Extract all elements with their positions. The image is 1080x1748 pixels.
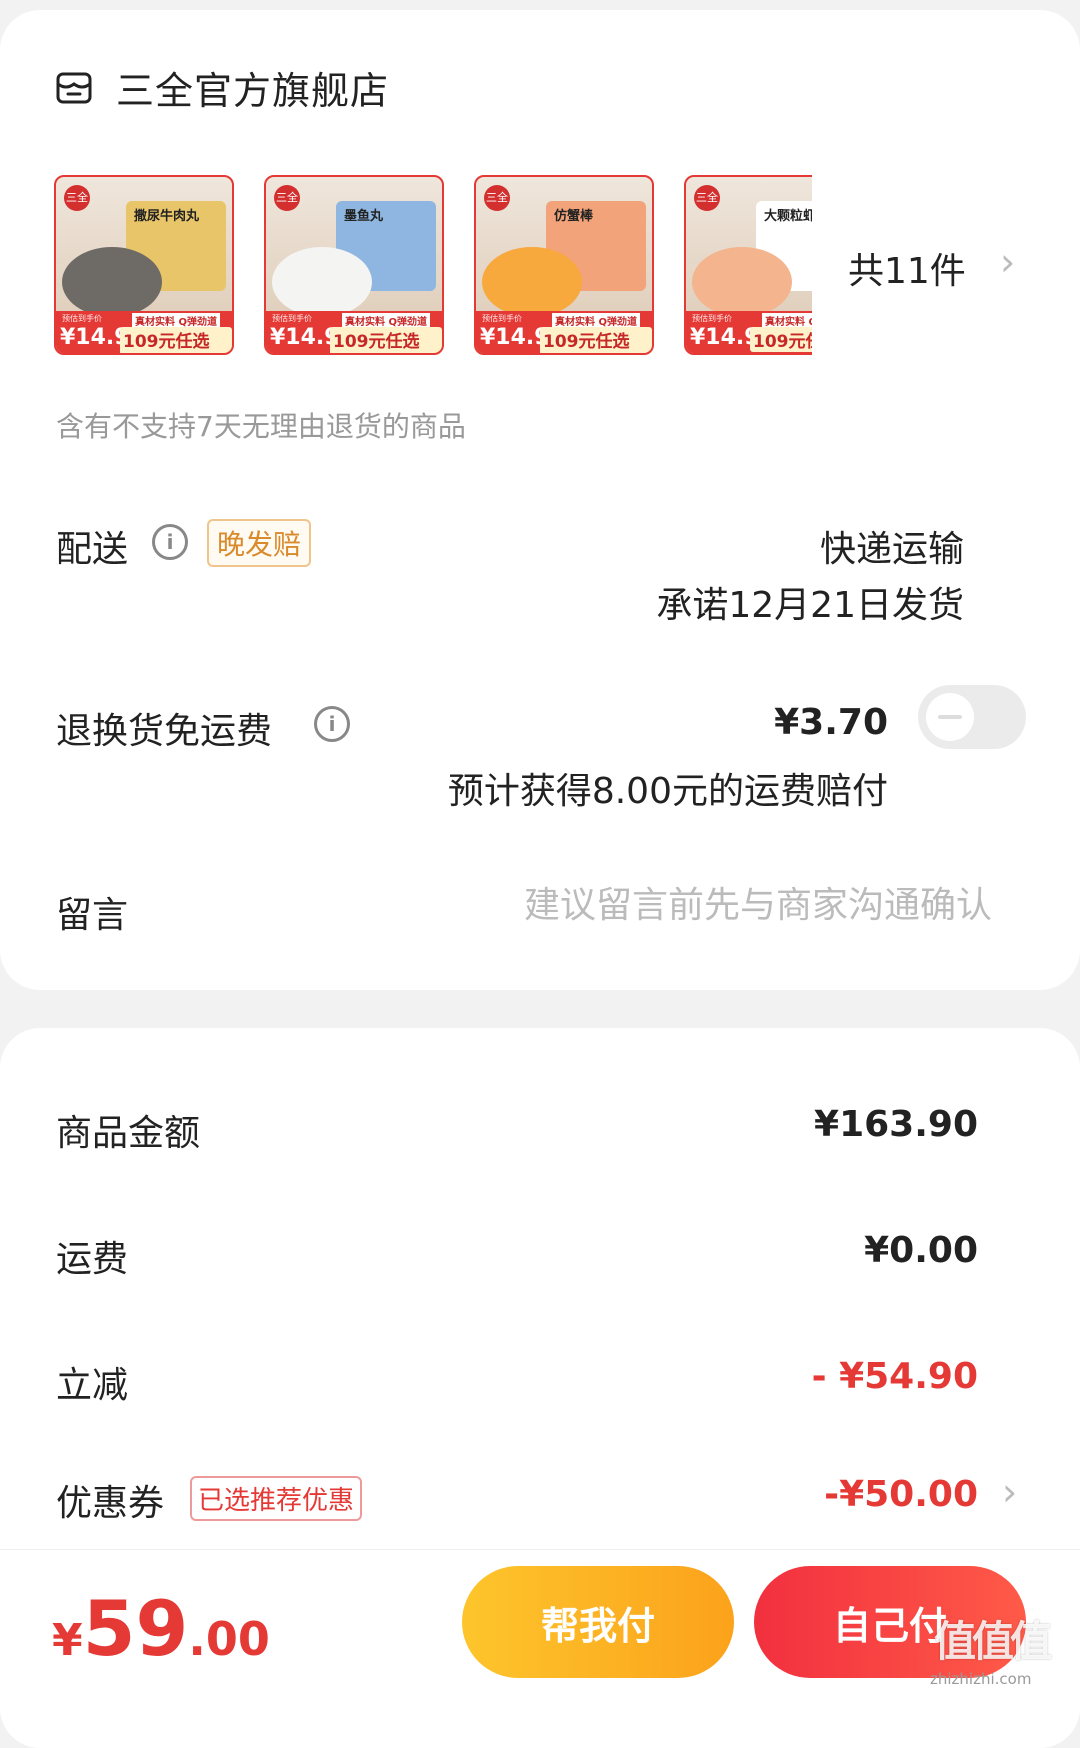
delivery-method: 快递运输 xyxy=(819,529,964,570)
coupon-value[interactable]: -¥50.00 xyxy=(824,1474,978,1515)
price-banner: 预估到手价 真材实料 Q ¥14.9 109元任选 xyxy=(686,311,812,353)
goods-amount-label: 商品金额 xyxy=(56,1113,201,1154)
promo-text: 109元任选11件 xyxy=(330,327,442,353)
brand-logo: 三全 xyxy=(64,185,90,211)
delivery-promise: 承诺12月21日发货 xyxy=(656,585,964,626)
price-caption: 预估到手价 xyxy=(692,314,732,323)
return-insurance-toggle[interactable] xyxy=(918,685,1026,749)
return-insurance-price: ¥3.70 xyxy=(774,702,888,743)
promo-text: 109元任选 xyxy=(750,327,812,352)
price-caption: 预估到手价 xyxy=(272,314,312,323)
price-caption: 预估到手价 xyxy=(482,314,522,323)
total-decimal: .00 xyxy=(188,1612,270,1666)
store-header[interactable]: 三全官方旗舰店 xyxy=(56,60,389,115)
price-caption: 预估到手价 xyxy=(62,314,102,323)
product-thumbnail[interactable]: 三全 撒尿牛肉丸 预估到手价 真材实料 Q弹劲道 ¥14.9 109元任选11件 xyxy=(54,175,234,355)
promo-text: 109元任选11件 xyxy=(540,327,652,353)
chevron-right-icon[interactable]: › xyxy=(1002,1470,1017,1514)
instant-discount-label: 立减 xyxy=(56,1365,129,1406)
brand-logo: 三全 xyxy=(484,185,510,211)
brand-logo: 三全 xyxy=(694,185,720,211)
shipping-value: ¥0.00 xyxy=(864,1230,978,1271)
recommended-coupon-tag: 已选推荐优惠 xyxy=(190,1476,363,1521)
promo-text: 109元任选11件 xyxy=(120,327,232,353)
total-integer: 59 xyxy=(82,1584,189,1673)
price-banner: 预估到手价 真材实料 Q弹劲道 ¥14.9 109元任选11件 xyxy=(56,311,232,353)
product-name: 撒尿牛肉丸 xyxy=(134,209,200,224)
return-insurance-label: 退换货免运费 xyxy=(56,711,273,752)
toggle-knob xyxy=(926,693,974,741)
watermark-url: zhizhizhi.com xyxy=(930,1670,1032,1688)
product-name: 仿蟹棒 xyxy=(554,209,594,224)
quality-badge: 真材实料 Q弹劲道 xyxy=(552,313,640,328)
food-image xyxy=(62,247,162,317)
item-count[interactable]: 共11件 xyxy=(848,242,966,294)
quality-badge: 真材实料 Q弹劲道 xyxy=(132,313,220,328)
price-banner: 预估到手价 真材实料 Q弹劲道 ¥14.9 109元任选11件 xyxy=(266,311,442,353)
product-thumbnails[interactable]: 三全 撒尿牛肉丸 预估到手价 真材实料 Q弹劲道 ¥14.9 109元任选11件… xyxy=(54,175,812,355)
store-icon xyxy=(56,72,92,103)
food-image xyxy=(272,247,372,317)
total-price: ¥59.00 xyxy=(52,1584,270,1673)
product-thumbnail[interactable]: 三全 墨鱼丸 预估到手价 真材实料 Q弹劲道 ¥14.9 109元任选11件 xyxy=(264,175,444,355)
watermark-logo: 值值值 xyxy=(934,1617,1052,1666)
food-image xyxy=(692,247,792,317)
shipping-label: 运费 xyxy=(56,1239,129,1280)
checkout-bar: ¥59.00 帮我付 自己付 xyxy=(0,1549,1080,1698)
store-name: 三全官方旗舰店 xyxy=(116,69,390,113)
product-name: 大颗粒虾滑 xyxy=(764,209,812,224)
order-info-card: 三全官方旗舰店 三全 撒尿牛肉丸 预估到手价 真材实料 Q弹劲道 ¥14.9 1… xyxy=(0,10,1080,990)
late-ship-compensation-tag: 晚发赔 xyxy=(207,519,312,567)
info-icon[interactable]: i xyxy=(314,706,350,742)
delivery-label: 配送 xyxy=(56,529,129,570)
info-icon[interactable]: i xyxy=(152,524,188,560)
coupon-label: 优惠券 xyxy=(56,1483,165,1524)
product-name: 墨鱼丸 xyxy=(344,209,384,224)
goods-amount-value: ¥163.90 xyxy=(814,1104,978,1145)
help-me-pay-button[interactable]: 帮我付 xyxy=(462,1566,734,1678)
price-banner: 预估到手价 真材实料 Q弹劲道 ¥14.9 109元任选11件 xyxy=(476,311,652,353)
quality-badge: 真材实料 Q xyxy=(762,313,812,328)
currency-symbol: ¥ xyxy=(52,1615,83,1666)
product-thumbnail[interactable]: 三全 仿蟹棒 预估到手价 真材实料 Q弹劲道 ¥14.9 109元任选11件 xyxy=(474,175,654,355)
brand-logo: 三全 xyxy=(274,185,300,211)
instant-discount-value: - ¥54.90 xyxy=(811,1356,978,1397)
product-thumbnail[interactable]: 三全 大颗粒虾滑 预估到手价 真材实料 Q ¥14.9 109元任选 xyxy=(684,175,812,355)
chevron-right-icon[interactable]: › xyxy=(1000,240,1015,284)
food-image xyxy=(482,247,582,317)
return-policy-notice: 含有不支持7天无理由退货的商品 xyxy=(56,410,466,443)
message-label: 留言 xyxy=(56,895,129,936)
quality-badge: 真材实料 Q弹劲道 xyxy=(342,313,430,328)
message-input[interactable] xyxy=(470,884,994,927)
compensation-text: 预计获得8.00元的运费赔付 xyxy=(447,771,888,812)
